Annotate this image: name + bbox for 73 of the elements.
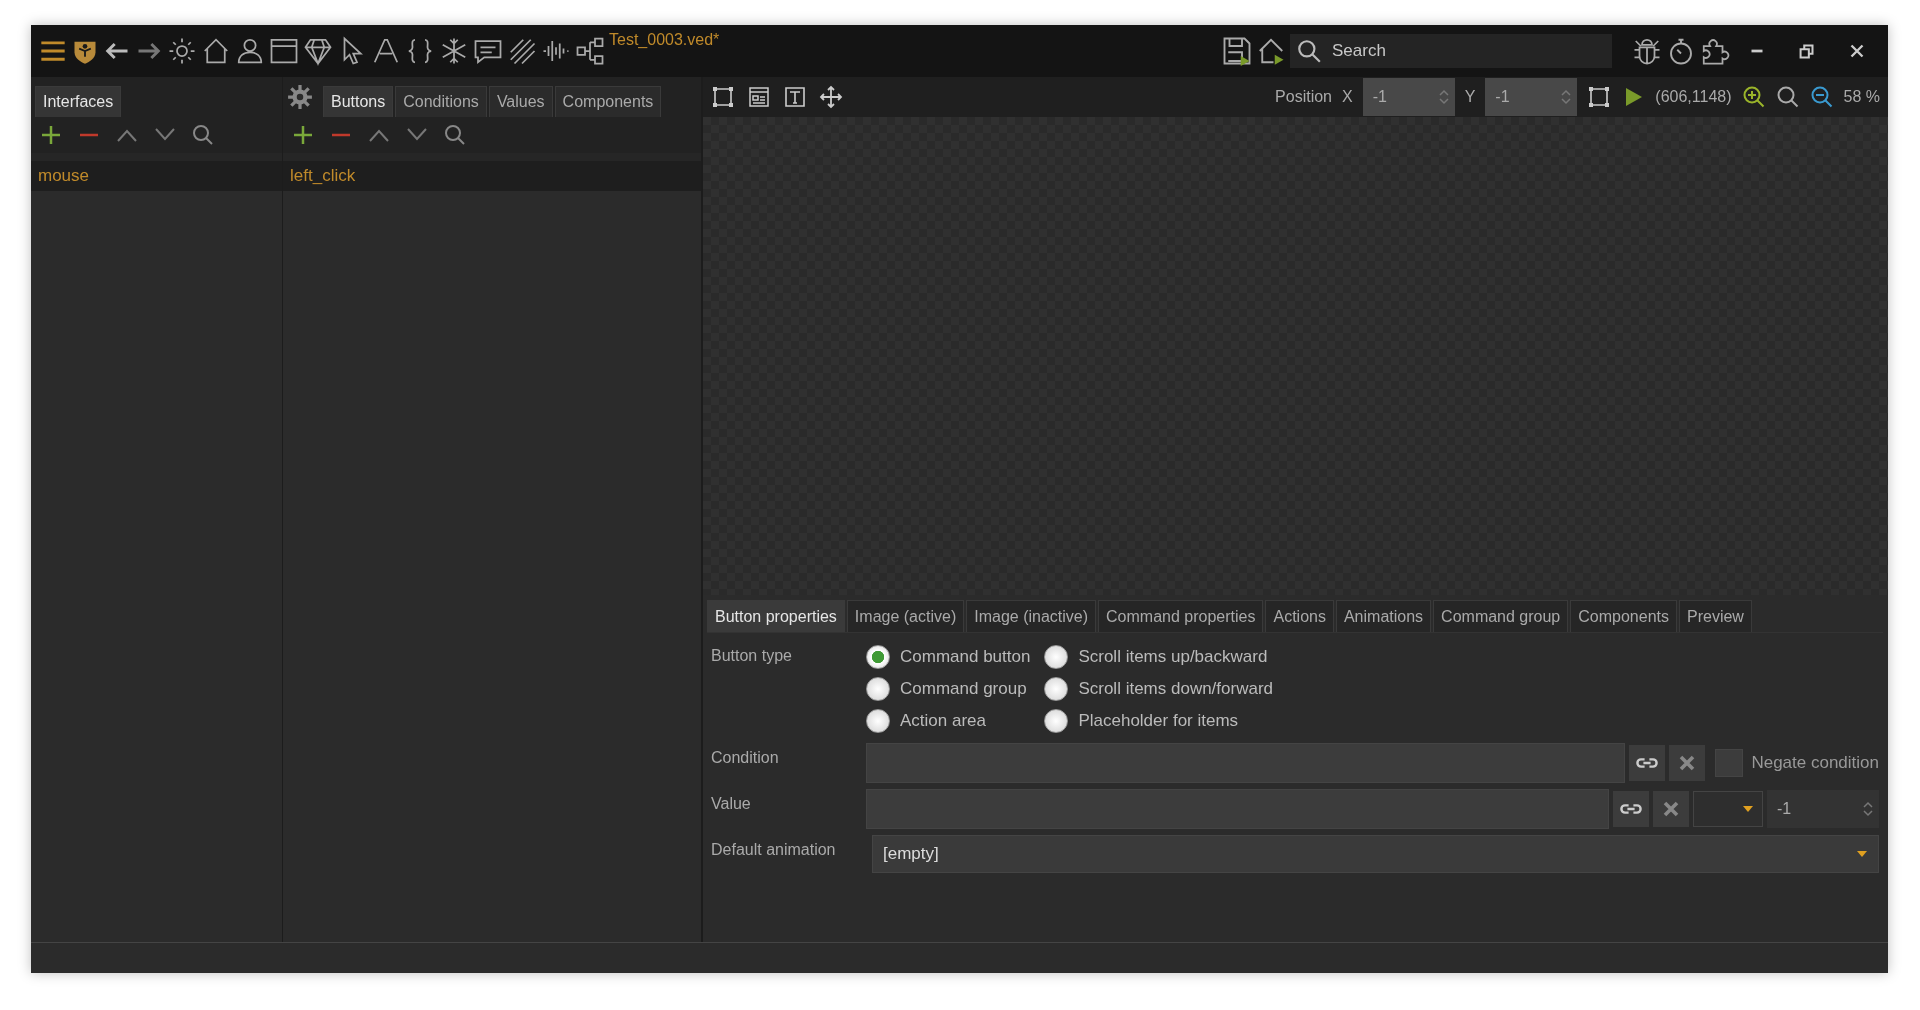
clear-icon[interactable] xyxy=(1653,791,1689,827)
value-spinbox[interactable]: -1 xyxy=(1767,790,1879,828)
search-icon[interactable] xyxy=(191,123,215,147)
y-label: Y xyxy=(1464,88,1476,106)
puzzle-icon[interactable] xyxy=(1700,36,1730,66)
value-field[interactable] xyxy=(866,789,1609,829)
x-spinbox[interactable]: -1 xyxy=(1362,78,1455,116)
position-label: Position xyxy=(1275,88,1332,106)
search-icon xyxy=(1296,38,1322,64)
window-icon[interactable] xyxy=(269,36,299,66)
frame-icon[interactable] xyxy=(1587,85,1612,109)
snowflake-icon[interactable] xyxy=(439,36,469,66)
hatching-icon[interactable] xyxy=(507,36,537,66)
value-label: Value xyxy=(711,794,752,814)
search-field[interactable]: Search xyxy=(1290,34,1612,68)
radio-option[interactable]: Command group xyxy=(866,673,1031,705)
caret-icon xyxy=(1856,850,1868,858)
diamond-icon[interactable] xyxy=(303,36,333,66)
bug-icon[interactable] xyxy=(1632,36,1662,66)
radio-option[interactable]: Command button xyxy=(866,641,1031,673)
form-icon[interactable] xyxy=(747,85,771,109)
property-tab[interactable]: Components xyxy=(1570,600,1677,632)
list-tab[interactable]: Values xyxy=(488,86,553,117)
property-tab[interactable]: Command properties xyxy=(1098,600,1264,632)
save-icon[interactable] xyxy=(1222,36,1252,66)
list-tab[interactable]: Buttons xyxy=(323,86,394,117)
button-list-item[interactable]: left_click xyxy=(283,161,701,191)
radio-option[interactable]: Action area xyxy=(866,705,1031,737)
interface-list-item[interactable]: mouse xyxy=(31,161,282,191)
text-box-icon[interactable] xyxy=(783,85,807,109)
cursor-coordinates: (606,1148) xyxy=(1655,88,1732,106)
property-tab[interactable]: Image (active) xyxy=(846,600,965,632)
negate-checkbox[interactable] xyxy=(1715,749,1744,777)
search-icon[interactable] xyxy=(443,123,467,147)
condition-label: Condition xyxy=(711,748,780,768)
user-icon[interactable] xyxy=(235,36,265,66)
default-animation-label: Default animation xyxy=(711,840,837,860)
radio-option[interactable]: Scroll items down/forward xyxy=(1044,673,1274,705)
add-icon[interactable] xyxy=(291,123,315,147)
y-spinbox[interactable]: -1 xyxy=(1485,78,1578,116)
list-tab[interactable]: Components xyxy=(554,86,662,117)
property-tab[interactable]: Animations xyxy=(1335,600,1432,632)
zoom-in-icon[interactable] xyxy=(1741,85,1766,109)
property-tab[interactable]: Command group xyxy=(1433,600,1569,632)
add-icon[interactable] xyxy=(39,123,63,147)
move-icon[interactable] xyxy=(819,85,843,109)
link-icon[interactable] xyxy=(1613,791,1649,827)
zoom-out-icon[interactable] xyxy=(1809,85,1834,109)
window-title: Test_0003.ved* xyxy=(609,31,720,49)
letter-a-icon[interactable] xyxy=(371,36,401,66)
property-tab[interactable]: Preview xyxy=(1679,600,1752,632)
clear-icon[interactable] xyxy=(1669,745,1706,781)
default-animation-dropdown[interactable]: [empty] xyxy=(872,835,1879,873)
caret-icon xyxy=(1742,805,1754,813)
home-icon[interactable] xyxy=(201,36,231,66)
property-tab[interactable]: Actions xyxy=(1265,600,1334,632)
zoom-reset-icon[interactable] xyxy=(1775,85,1800,109)
condition-field[interactable] xyxy=(866,743,1626,783)
frame-icon[interactable] xyxy=(711,85,735,109)
property-tab[interactable]: Button properties xyxy=(707,600,845,632)
radio-option[interactable]: Placeholder for items xyxy=(1044,705,1274,737)
property-tab[interactable]: Image (inactive) xyxy=(966,600,1097,632)
negate-condition-label: Negate condition xyxy=(1751,753,1879,773)
list-tab[interactable]: Conditions xyxy=(395,86,487,117)
radio-option[interactable]: Scroll items up/backward xyxy=(1044,641,1274,673)
home-icon[interactable] xyxy=(1256,36,1286,66)
zoom-level: 58 % xyxy=(1843,88,1880,106)
x-label: X xyxy=(1342,88,1353,106)
spin-arrows-icon[interactable] xyxy=(1863,799,1873,819)
link-icon[interactable] xyxy=(1629,745,1666,781)
tree-diagram-icon[interactable] xyxy=(575,36,605,66)
button-type-label: Button type xyxy=(711,646,793,666)
interfaces-tab[interactable]: Interfaces xyxy=(35,86,122,117)
